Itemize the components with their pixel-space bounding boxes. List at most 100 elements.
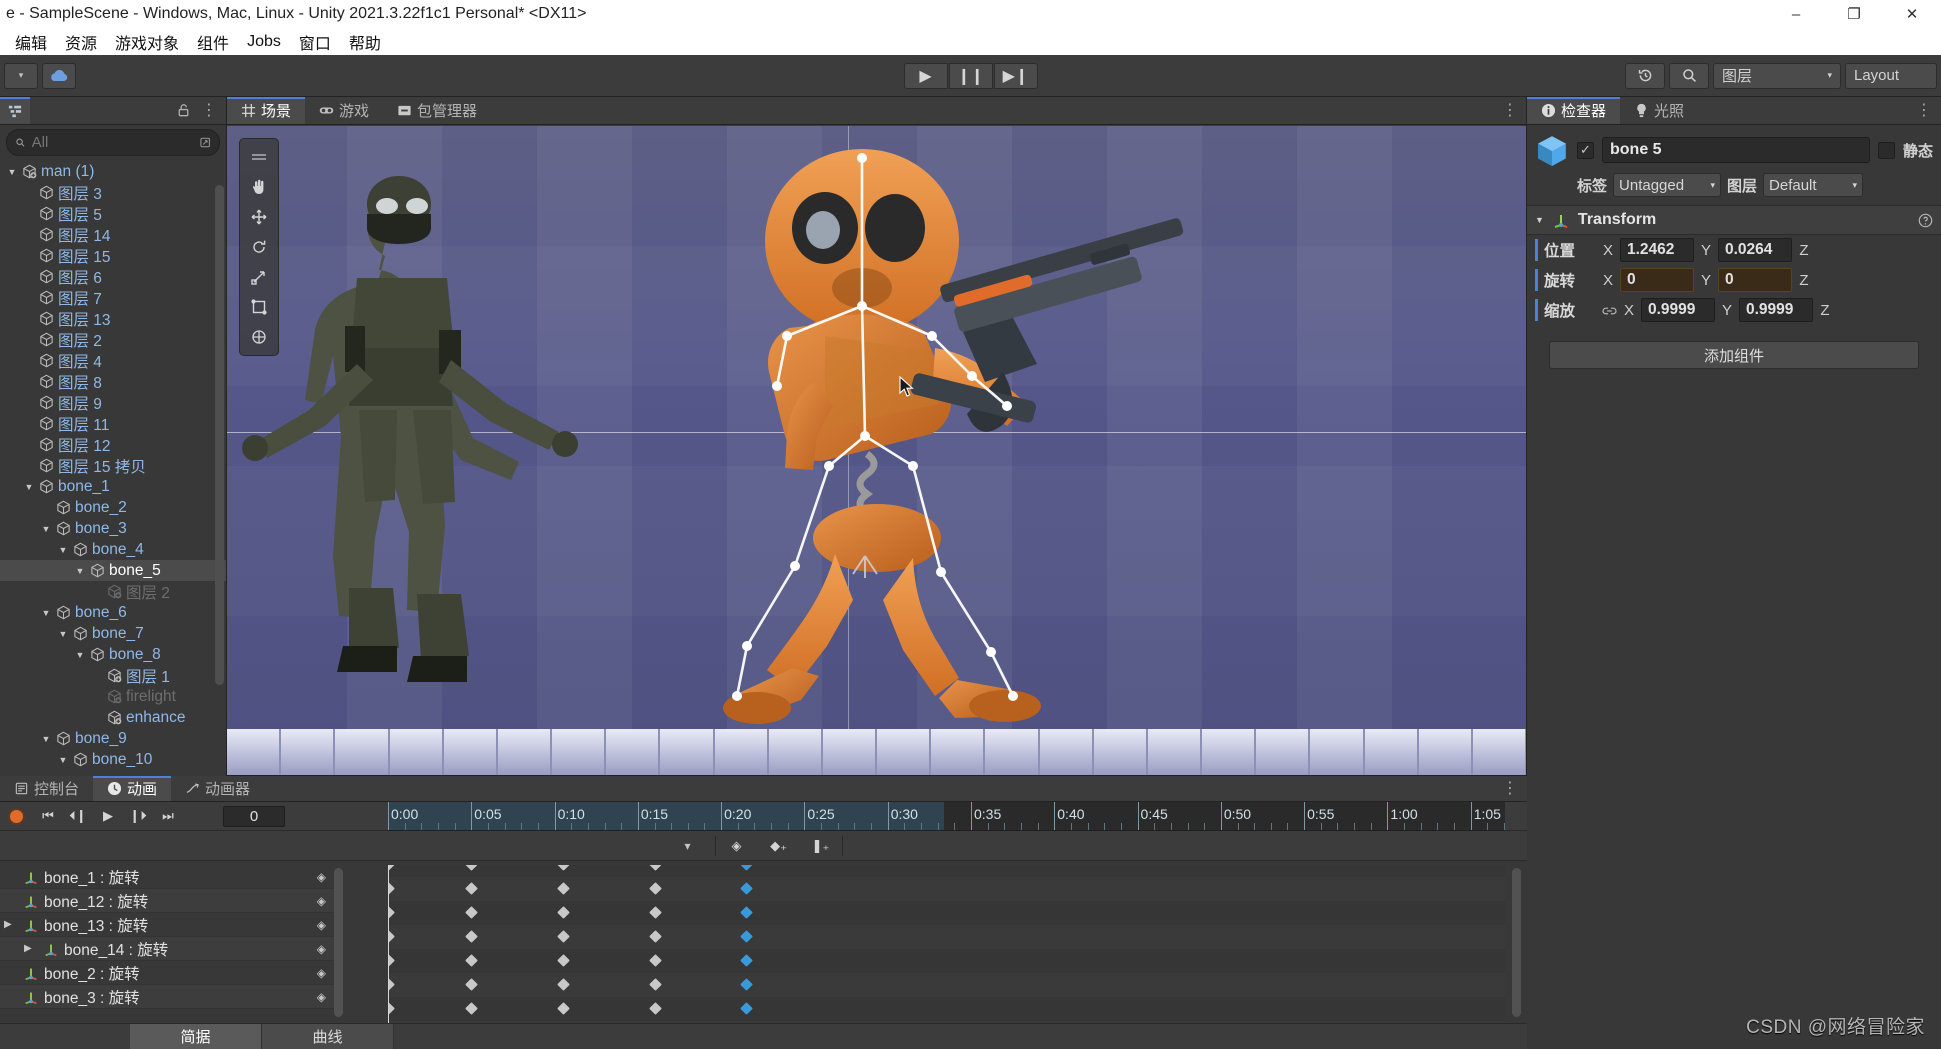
hierarchy-item[interactable]: 图层 5 xyxy=(0,203,226,224)
tab-animator[interactable]: 动画器 xyxy=(171,776,264,801)
kebab-menu-icon[interactable]: ⋮ xyxy=(1502,108,1519,113)
hierarchy-item[interactable]: 图层 7 xyxy=(0,287,226,308)
twirl-icon[interactable]: ▼ xyxy=(57,629,69,639)
menu-item-edit[interactable]: 编辑 xyxy=(6,28,56,56)
keyframe-marker[interactable] xyxy=(465,978,478,991)
hierarchy-item[interactable]: 图层 2 xyxy=(0,329,226,350)
keyframe-marker[interactable] xyxy=(388,1002,395,1015)
menu-item-window[interactable]: 窗口 xyxy=(290,28,340,56)
hierarchy-item[interactable]: 图层 14 xyxy=(0,224,226,245)
keyframe-marker[interactable] xyxy=(465,865,478,871)
dopesheet-lane[interactable] xyxy=(388,973,1505,997)
keyframe-marker[interactable] xyxy=(388,865,395,871)
hierarchy-item[interactable]: bone_2 xyxy=(0,497,226,518)
dopesheet-lane[interactable] xyxy=(388,997,1505,1021)
keyframe-marker[interactable] xyxy=(649,954,662,967)
hierarchy-item[interactable]: 图层 9 xyxy=(0,392,226,413)
dopesheet-lane[interactable] xyxy=(388,865,1505,877)
twirl-icon[interactable]: ▼ xyxy=(57,755,69,765)
keyframe-marker[interactable] xyxy=(557,906,570,919)
menu-item-gameobject[interactable]: 游戏对象 xyxy=(106,28,188,56)
keyframe-marker[interactable] xyxy=(740,954,753,967)
history-button[interactable] xyxy=(1625,63,1665,89)
search-button[interactable] xyxy=(1669,63,1709,89)
keyframe-toggle-icon[interactable]: ◈ xyxy=(317,870,326,884)
pause-button[interactable]: ❙❙ xyxy=(949,63,993,89)
keyframe-marker[interactable] xyxy=(388,930,395,943)
move-tool[interactable] xyxy=(243,203,275,231)
dopesheet-lane[interactable] xyxy=(388,901,1505,925)
keyframe-toggle-icon[interactable]: ◈ xyxy=(317,942,326,956)
add-component-button[interactable]: 添加组件 xyxy=(1549,341,1919,369)
kebab-menu-icon[interactable]: ⋮ xyxy=(1502,786,1519,791)
keyframe-marker[interactable] xyxy=(557,978,570,991)
play-button[interactable]: ▶ xyxy=(904,63,948,89)
keyframe-marker[interactable] xyxy=(388,978,395,991)
keyframe-toggle-icon[interactable]: ◈ xyxy=(317,894,326,908)
keyframe-marker[interactable] xyxy=(649,978,662,991)
twirl-icon[interactable]: ▼ xyxy=(40,734,52,744)
animation-property-row[interactable]: bone_1 : 旋转◈ xyxy=(0,865,340,889)
step-button[interactable]: ▶❙ xyxy=(994,63,1038,89)
hierarchy-item[interactable]: 图层 2 xyxy=(0,581,226,602)
tab-dopesheet[interactable]: 简据 xyxy=(130,1024,262,1049)
hierarchy-item[interactable]: 图层 1 xyxy=(0,665,226,686)
hierarchy-item[interactable]: 图层 8 xyxy=(0,371,226,392)
add-keyframe-button[interactable]: ◈ xyxy=(716,835,758,857)
scale-tool[interactable] xyxy=(243,263,275,291)
hierarchy-item[interactable]: 图层 6 xyxy=(0,266,226,287)
hierarchy-scrollbar[interactable] xyxy=(215,185,224,685)
object-name-field[interactable]: bone 5 xyxy=(1602,137,1870,163)
rotation-y-field[interactable]: 0 xyxy=(1718,268,1792,292)
tab-hierarchy[interactable] xyxy=(0,97,30,124)
next-frame-button[interactable]: ❙⏵ xyxy=(123,805,153,827)
dopesheet-grid[interactable] xyxy=(388,865,1505,1023)
hierarchy-item[interactable]: 图层 12 xyxy=(0,434,226,455)
rect-tool[interactable] xyxy=(243,293,275,321)
animation-property-row[interactable]: bone_3 : 旋转◈ xyxy=(0,985,340,1009)
restore-button[interactable]: ❐ xyxy=(1825,0,1883,28)
keyframe-marker[interactable] xyxy=(649,865,662,871)
twirl-icon[interactable]: ▼ xyxy=(6,167,18,177)
keyframe-marker[interactable] xyxy=(557,954,570,967)
kebab-menu-icon[interactable]: ⋮ xyxy=(1916,108,1933,113)
keyframe-toggle-icon[interactable]: ◈ xyxy=(317,966,326,980)
static-checkbox[interactable] xyxy=(1878,142,1895,159)
tab-console[interactable]: 控制台 xyxy=(0,776,93,801)
twirl-icon[interactable]: ▼ xyxy=(40,608,52,618)
hand-tool[interactable] xyxy=(243,173,275,201)
keyframe-marker[interactable] xyxy=(649,930,662,943)
keyframe-marker[interactable] xyxy=(465,1002,478,1015)
dopesheet-scrollbar[interactable] xyxy=(1512,868,1521,1017)
hierarchy-item[interactable]: 图层 13 xyxy=(0,308,226,329)
keyframe-marker[interactable] xyxy=(465,882,478,895)
twirl-icon[interactable]: ▼ xyxy=(74,566,86,576)
tab-animation[interactable]: 动画 xyxy=(93,776,171,801)
account-dropdown[interactable]: ▾ xyxy=(4,63,38,89)
dopesheet-lane[interactable] xyxy=(388,925,1505,949)
play-button[interactable]: ▶ xyxy=(93,805,123,827)
scene-viewport[interactable] xyxy=(227,126,1527,775)
dopesheet-lane[interactable] xyxy=(388,877,1505,901)
keyframe-marker[interactable] xyxy=(740,882,753,895)
last-frame-button[interactable]: ⏭ xyxy=(153,805,183,827)
rotation-x-field[interactable]: 0 xyxy=(1620,268,1694,292)
keyframe-marker[interactable] xyxy=(649,906,662,919)
timeline-ruler[interactable]: 0:000:050:100:150:200:250:300:350:400:45… xyxy=(388,802,1505,831)
rotate-tool[interactable] xyxy=(243,233,275,261)
menu-item-help[interactable]: 帮助 xyxy=(340,28,390,56)
hierarchy-item[interactable]: ▼bone_10 xyxy=(0,749,226,770)
hierarchy-item[interactable]: 图层 4 xyxy=(0,350,226,371)
keyframe-marker[interactable] xyxy=(557,865,570,871)
position-x-field[interactable]: 1.2462 xyxy=(1620,238,1694,262)
keyframe-marker[interactable] xyxy=(740,865,753,871)
first-frame-button[interactable]: ⏮ xyxy=(33,805,63,827)
twirl-icon[interactable]: ▼ xyxy=(57,545,69,555)
keyframe-marker[interactable] xyxy=(557,882,570,895)
menu-item-jobs[interactable]: Jobs xyxy=(238,31,290,53)
hierarchy-item[interactable]: 图层 15 xyxy=(0,245,226,266)
tab-inspector[interactable]: 检查器 xyxy=(1527,97,1620,124)
hierarchy-item[interactable]: firelight xyxy=(0,686,226,707)
transform-component-header[interactable]: ▼ Transform xyxy=(1527,205,1941,235)
tab-curves[interactable]: 曲线 xyxy=(262,1024,394,1049)
